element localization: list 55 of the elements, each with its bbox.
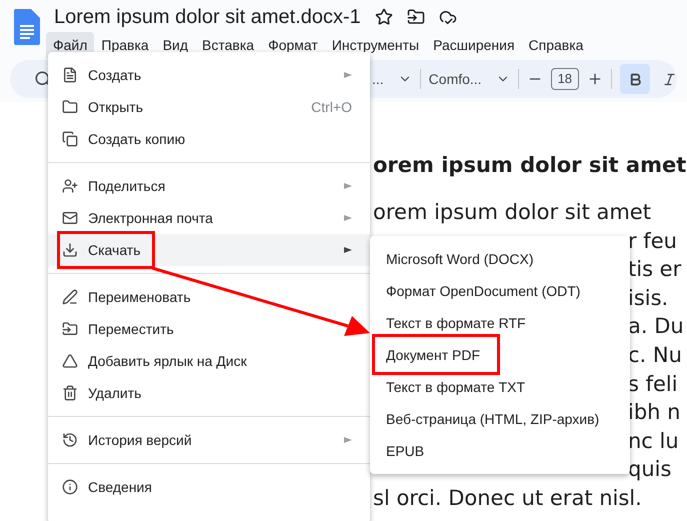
font-dropdown[interactable]: Comfo...	[428, 68, 482, 90]
document-text: a. Du	[628, 314, 684, 338]
menu-item[interactable]: Создать копию	[48, 123, 370, 155]
font-size-field[interactable]: 18	[550, 68, 580, 90]
menu-bar-item[interactable]: Справка	[522, 32, 590, 59]
triangle-icon	[62, 353, 78, 369]
submenu-item[interactable]: Веб-страница (HTML, ZIP-архив)	[370, 403, 630, 435]
document-title[interactable]: Lorem ipsum dolor sit amet.docx-1	[54, 4, 361, 30]
info-icon	[62, 479, 78, 495]
document-text: orem ipsum dolor sit amet	[373, 200, 651, 224]
history-icon	[62, 432, 78, 448]
menu-item[interactable]: Сведения	[48, 471, 370, 503]
document-logo-icon	[14, 9, 40, 45]
star-icon[interactable]	[374, 8, 393, 26]
document-text: sl orci. Donec ut erat nisl.	[373, 486, 642, 510]
mail-icon	[62, 210, 78, 226]
submenu-item[interactable]: Текст в формате RTF	[370, 307, 630, 339]
document-text: r feu	[628, 228, 677, 253]
document-text: quis	[628, 457, 672, 482]
document-text: tis er	[628, 257, 682, 282]
menu-item[interactable]: Открыть Ctrl+O	[48, 91, 370, 123]
document-text: isis.	[628, 286, 668, 310]
menu-item[interactable]: Переместить	[48, 313, 370, 345]
menu-item[interactable]: История версий	[48, 424, 370, 456]
menu-item[interactable]: Скачать	[48, 234, 370, 266]
submenu-item[interactable]: Текст в формате TXT	[370, 371, 630, 403]
cloud-check-icon[interactable]	[438, 8, 457, 26]
folder-arrow-icon	[62, 321, 78, 337]
submenu-item[interactable]: Microsoft Word (DOCX)	[370, 243, 630, 275]
submenu-item[interactable]: EPUB	[370, 435, 630, 467]
person-add-icon	[62, 178, 78, 194]
submenu-item[interactable]: Формат OpenDocument (ODT)	[370, 275, 630, 307]
pencil-icon	[62, 289, 78, 305]
menu-item[interactable]: Электронная почта	[48, 202, 370, 234]
document-heading: orem ipsum dolor sit amet	[373, 152, 687, 179]
folder-icon	[62, 99, 78, 115]
menu-item[interactable]: Добавить ярлык на Диск	[48, 345, 370, 377]
folder-move-icon[interactable]	[406, 8, 425, 26]
italic-icon[interactable]	[662, 72, 678, 86]
menu-item[interactable]: Поделиться	[48, 170, 370, 202]
download-icon	[62, 242, 78, 258]
trash-icon	[62, 385, 78, 401]
menu-item[interactable]: Создать	[48, 59, 370, 91]
shortcut-text: Ctrl+O	[311, 98, 352, 116]
menu-bar-item[interactable]: Инструменты	[324, 32, 426, 59]
menu-bar-item[interactable]: Расширения	[426, 32, 522, 59]
submenu-item[interactable]: Документ PDF	[370, 339, 630, 371]
document-icon	[62, 67, 78, 83]
menu-item[interactable]: Удалить	[48, 377, 370, 409]
copy-icon	[62, 131, 78, 147]
style-dropdown[interactable]: ...	[372, 68, 384, 90]
document-text: nc lu	[628, 428, 679, 453]
menu-item[interactable]: Переименовать	[48, 281, 370, 313]
bold-toggle[interactable]	[620, 64, 650, 94]
document-text: ibh n	[628, 400, 680, 424]
